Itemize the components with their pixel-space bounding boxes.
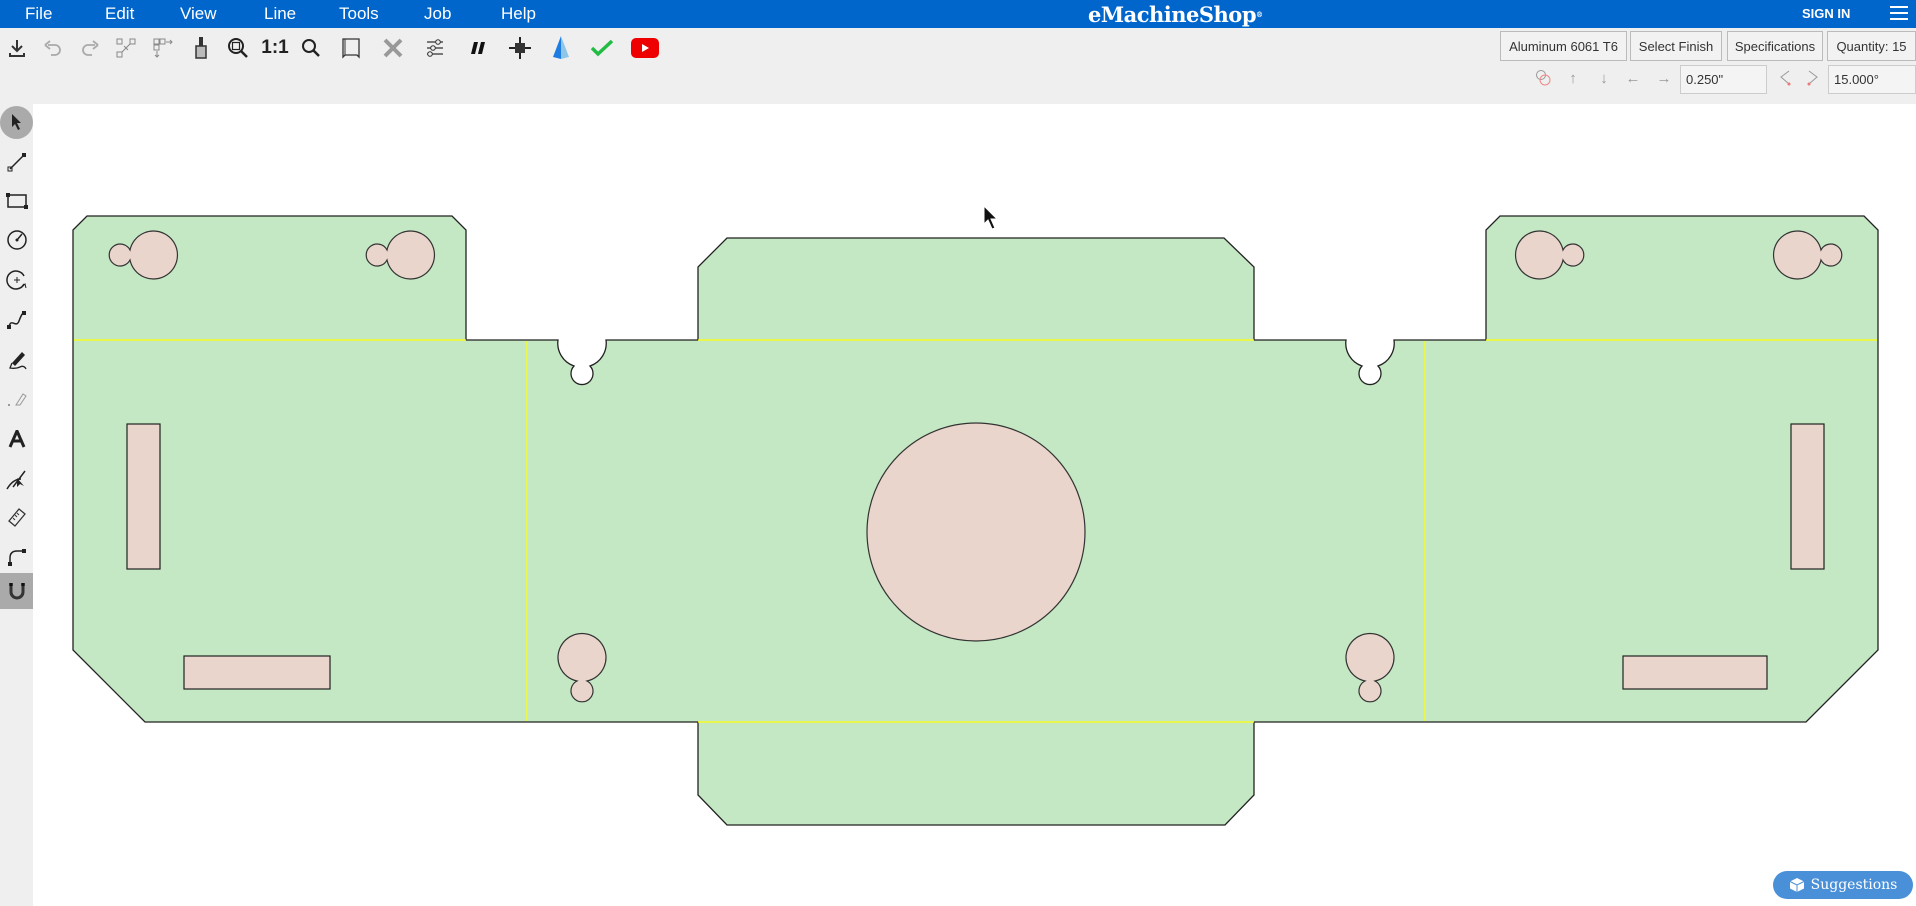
mouse-cursor-icon: [983, 205, 999, 230]
select-tool[interactable]: [0, 104, 33, 140]
specifications-button[interactable]: Specifications: [1727, 31, 1823, 61]
material-button[interactable]: Aluminum 6061 T6: [1500, 31, 1627, 61]
text-tool[interactable]: [0, 421, 33, 457]
3d-view-icon[interactable]: [336, 33, 366, 63]
rotate-angle-input[interactable]: [1828, 65, 1916, 94]
download-icon[interactable]: [2, 33, 32, 63]
trim-tool[interactable]: [0, 462, 33, 498]
rectangle-icon: [5, 193, 28, 209]
logo-text: eMachineShop: [1088, 2, 1257, 27]
measure-tool[interactable]: [0, 499, 33, 535]
line-tool[interactable]: [0, 144, 33, 180]
move-down-icon[interactable]: ↓: [1592, 66, 1616, 90]
zoom-window-icon[interactable]: [223, 33, 253, 63]
parallel-icon[interactable]: [463, 33, 493, 63]
freehand-tool[interactable]: [0, 342, 33, 378]
hamburger-icon[interactable]: [1890, 6, 1908, 21]
menu-help[interactable]: Help: [501, 4, 536, 24]
redo-icon[interactable]: [75, 33, 105, 63]
pyramid-icon[interactable]: [546, 33, 576, 63]
trim-icon: [5, 470, 26, 490]
sign-in-link[interactable]: SIGN IN: [1802, 6, 1850, 21]
pen-icon: [8, 352, 27, 370]
delete-icon[interactable]: [378, 33, 408, 63]
ruler-icon: [7, 508, 26, 527]
left-toolbar: [0, 104, 33, 906]
circle-center-tool[interactable]: [0, 262, 33, 298]
move-left-icon[interactable]: ←: [1621, 66, 1645, 90]
menu-job[interactable]: Job: [424, 4, 451, 24]
snap-magnet-tool[interactable]: [0, 573, 33, 609]
line-icon: [7, 153, 26, 172]
menu-edit[interactable]: Edit: [105, 4, 134, 24]
crosshair-icon[interactable]: [505, 33, 535, 63]
fillet-tool[interactable]: [0, 539, 33, 575]
undo-icon[interactable]: [38, 33, 68, 63]
slot-cutout[interactable]: [183, 655, 331, 690]
part-drawing[interactable]: [33, 104, 1916, 906]
logo[interactable]: eMachineShop®: [1088, 2, 1263, 27]
logo-registered-mark: ®: [1256, 10, 1263, 19]
slot-cutout[interactable]: [126, 423, 161, 570]
overlap-circles-icon[interactable]: [1531, 66, 1555, 90]
center-hole-cutout[interactable]: [866, 422, 1086, 642]
slot-cutout[interactable]: [1622, 655, 1768, 690]
eraser-icon: [7, 393, 27, 406]
circle-center-icon: [5, 270, 26, 290]
fillet-icon: [7, 549, 26, 566]
check-icon[interactable]: [587, 33, 617, 63]
rotate-right-icon[interactable]: [1801, 66, 1825, 90]
suggestions-label: Suggestions: [1810, 877, 1898, 893]
menu-file[interactable]: File: [25, 4, 52, 24]
menu-line[interactable]: Line: [264, 4, 296, 24]
nudge-distance-input[interactable]: [1680, 65, 1767, 94]
menu-tools[interactable]: Tools: [339, 4, 379, 24]
circle-tool[interactable]: [0, 222, 33, 258]
zoom-1to1-icon[interactable]: 1:1: [260, 33, 290, 63]
magnet-icon: [8, 583, 25, 600]
text-icon: [8, 430, 25, 448]
rectangle-tool[interactable]: [0, 183, 33, 219]
properties-icon[interactable]: [420, 33, 450, 63]
box-icon: [1789, 878, 1804, 892]
youtube-icon[interactable]: [630, 33, 660, 63]
slot-cutout[interactable]: [1790, 423, 1825, 570]
move-up-icon[interactable]: ↑: [1561, 66, 1585, 90]
rotate-left-icon[interactable]: [1773, 66, 1797, 90]
select-finish-button[interactable]: Select Finish: [1630, 31, 1722, 61]
suggestions-button[interactable]: Suggestions: [1773, 871, 1913, 899]
circle-radius-icon: [6, 230, 27, 250]
toolbar: 1:1 Aluminum 6061 T6 Select Finish Speci…: [0, 28, 1916, 104]
menu-view[interactable]: View: [180, 4, 217, 24]
pointer-icon: [11, 114, 21, 130]
zoom-icon[interactable]: [296, 33, 326, 63]
menu-bar: File Edit View Line Tools Job Help eMach…: [0, 0, 1916, 28]
curve-tool[interactable]: [0, 302, 33, 338]
move-right-icon[interactable]: →: [1652, 66, 1676, 90]
group-icon[interactable]: [111, 33, 141, 63]
eraser-tool[interactable]: [0, 381, 33, 417]
drawing-canvas[interactable]: [33, 104, 1916, 906]
material-thickness-icon[interactable]: [186, 33, 216, 63]
spline-icon: [6, 311, 26, 329]
ungroup-icon[interactable]: [148, 33, 178, 63]
quantity-button[interactable]: Quantity: 15: [1827, 31, 1916, 61]
